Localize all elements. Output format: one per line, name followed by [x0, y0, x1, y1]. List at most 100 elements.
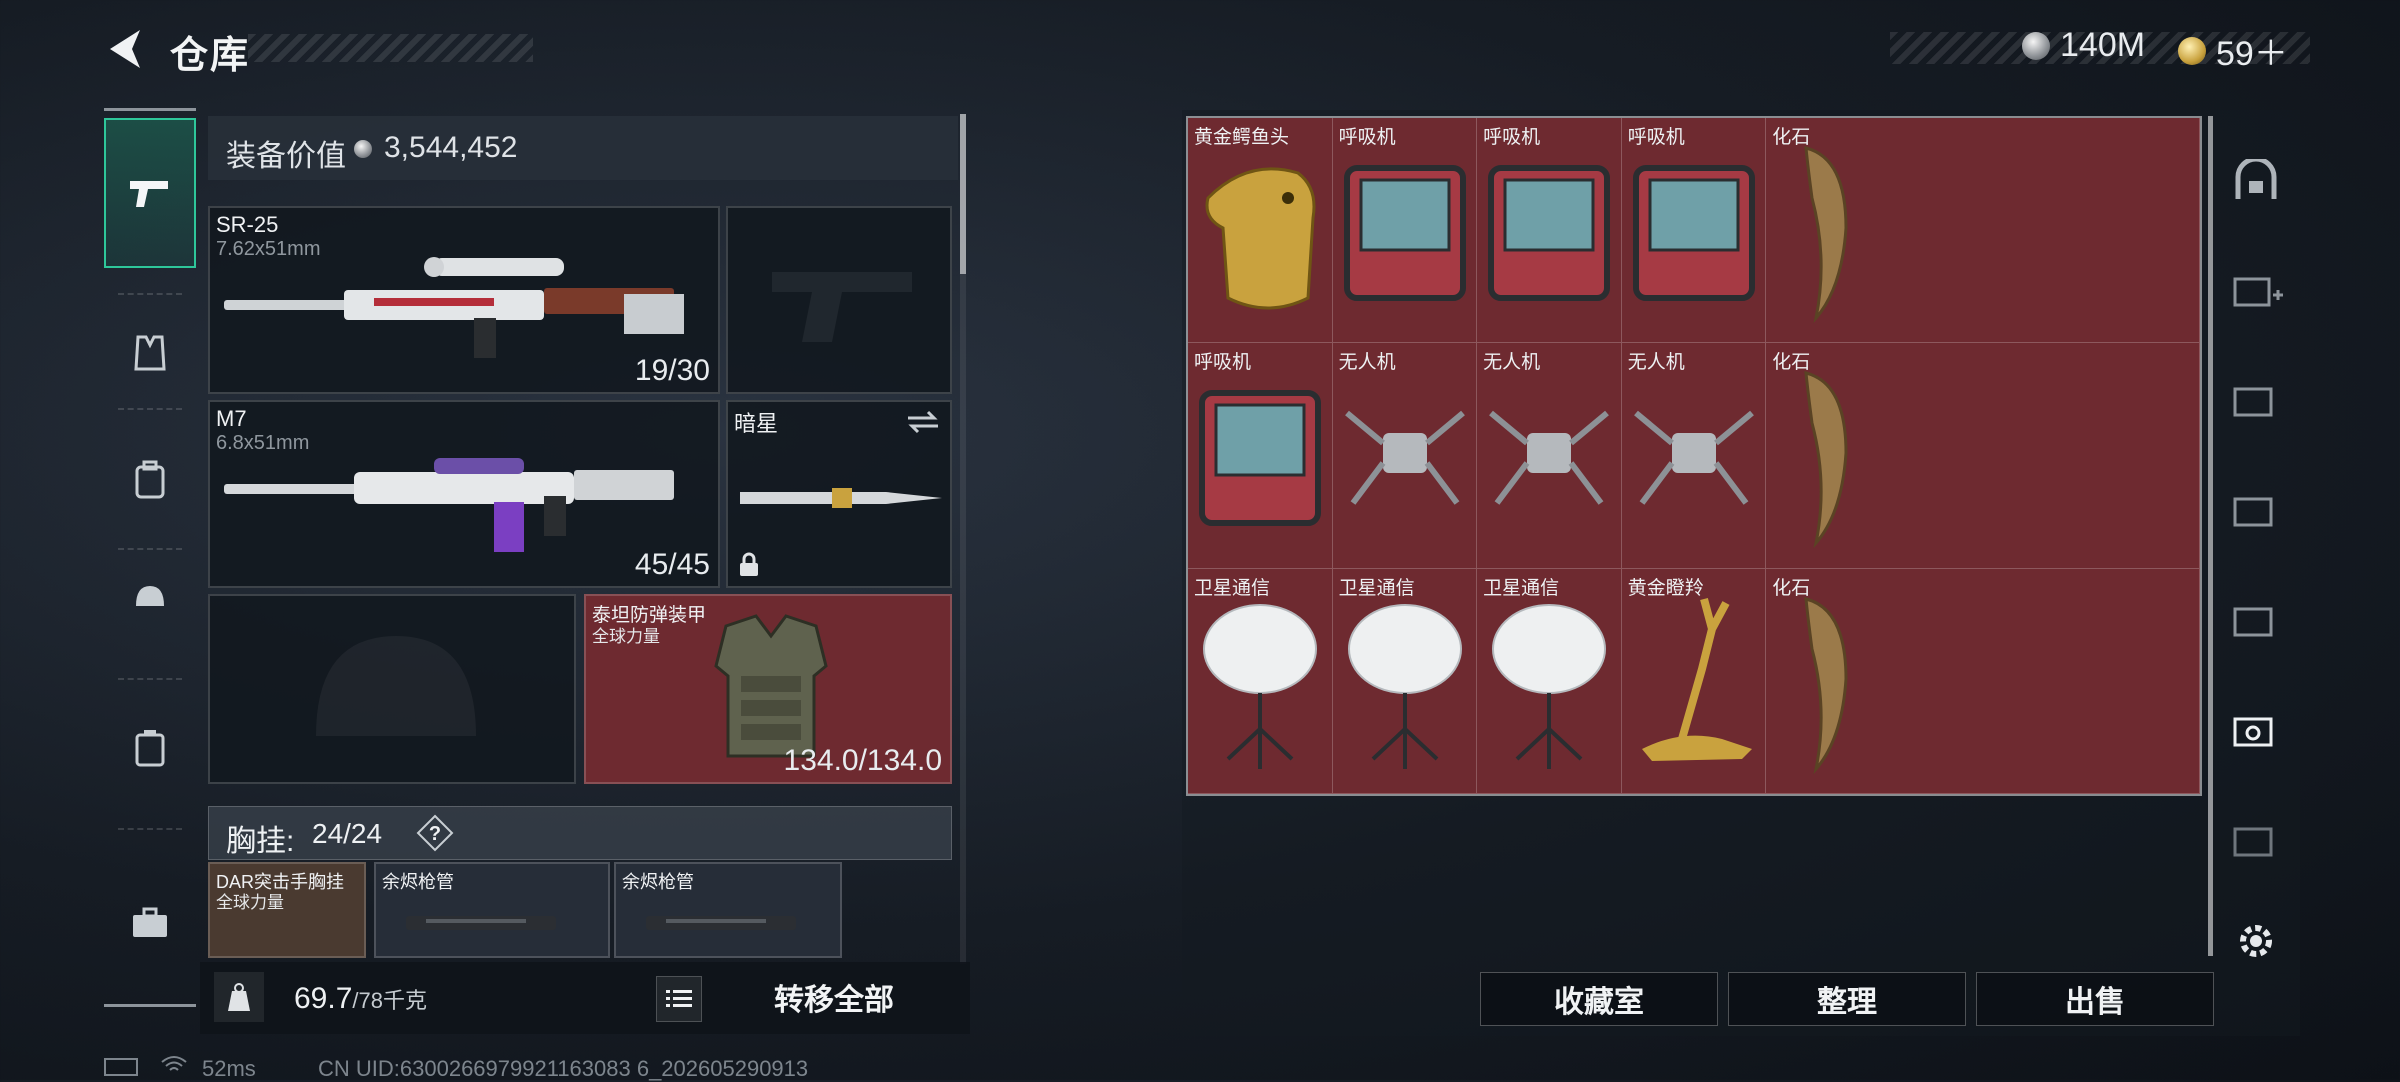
- nav-weapons[interactable]: [104, 118, 196, 268]
- sidearm-slot[interactable]: [726, 206, 952, 394]
- nav-backpack[interactable]: [104, 420, 196, 540]
- storage-grid: 黄金鳄鱼头 呼吸机 呼吸机 呼吸机 化石 呼吸机 无人机 无人机 无人机 化石 …: [1188, 118, 2200, 794]
- case-tier5-icon: [2233, 497, 2273, 527]
- item-name: 化石: [1772, 352, 1811, 374]
- item-name: 无人机: [1483, 352, 1541, 374]
- item-name: 化石: [1772, 577, 1811, 599]
- storage-item[interactable]: 无人机: [1477, 343, 1622, 569]
- swap-icon[interactable]: [906, 410, 940, 434]
- storage-item[interactable]: 卫星通信: [1477, 568, 1622, 794]
- item-name: 卫星通信: [1194, 577, 1271, 599]
- gold-gazelle-icon: [1641, 597, 1752, 761]
- storage-item[interactable]: 黄金瞪羚: [1621, 568, 1767, 794]
- primary-weapon-slot-1[interactable]: SR-25 7.62x51mm 19/30: [208, 206, 720, 394]
- item-name: 黄金鳄鱼头: [1194, 127, 1290, 148]
- nav-vest[interactable]: [104, 308, 196, 398]
- vest-item[interactable]: 余烬枪管: [374, 862, 610, 958]
- loadout-scroll-thumb[interactable]: [960, 114, 966, 274]
- storage-item[interactable]: 呼吸机: [1477, 118, 1622, 344]
- rail-case-4[interactable]: [2216, 566, 2296, 676]
- transfer-all-button[interactable]: 转移全部: [720, 966, 948, 1028]
- armor-slot[interactable]: 泰坦防弹装甲 全球力量 134.0/134.0: [584, 594, 952, 784]
- storage-item[interactable]: 黄金鳄鱼头: [1188, 118, 1333, 344]
- nav-helmet[interactable]: [104, 558, 196, 638]
- vest-item[interactable]: DAR突击手胸挂 全球力量: [208, 862, 366, 958]
- storage-item[interactable]: 呼吸机: [1188, 343, 1333, 569]
- item-name: 无人机: [1338, 352, 1396, 374]
- rail-case-add[interactable]: [2216, 236, 2296, 346]
- silver-currency[interactable]: 140M: [2022, 26, 2145, 65]
- item-name: 呼吸机: [1194, 352, 1252, 374]
- armor-faction: 全球力量: [592, 627, 660, 646]
- vest-item[interactable]: 余烬枪管: [614, 862, 842, 958]
- storage-item[interactable]: 化石: [1766, 343, 2200, 569]
- pistol-placeholder-icon: [772, 272, 912, 342]
- weapon-name: M7: [216, 406, 247, 431]
- storage-item[interactable]: 卫星通信: [1188, 568, 1333, 794]
- helmet-slot[interactable]: [208, 594, 576, 784]
- storage-item[interactable]: 呼吸机: [1621, 118, 1767, 344]
- value-coin-icon: [354, 140, 372, 158]
- storage-filter-rail: [2216, 116, 2296, 996]
- vest-label: 胸挂:: [226, 825, 295, 858]
- storage-item[interactable]: 卫星通信: [1332, 568, 1478, 794]
- toolbox-icon: [133, 907, 167, 937]
- collection-room-button[interactable]: 收藏室: [1480, 972, 1718, 1026]
- item-name: 呼吸机: [1483, 127, 1541, 148]
- gold-currency[interactable]: 59＋: [2178, 26, 2288, 75]
- storage-item[interactable]: 呼吸机: [1332, 118, 1478, 344]
- storage-item[interactable]: 化石: [1766, 568, 2200, 794]
- list-view-button[interactable]: [656, 976, 702, 1022]
- drone-icon: [1633, 411, 1754, 506]
- satellite-dish-icon: [1492, 603, 1607, 769]
- rail-case-5[interactable]: [2216, 456, 2296, 566]
- item-name: 呼吸机: [1338, 127, 1396, 148]
- vest-icon: [134, 335, 166, 371]
- back-arrow-icon: [110, 30, 140, 68]
- primary-weapon-slot-2[interactable]: M7 6.8x51mm 45/45: [208, 400, 720, 588]
- weight-max: /78千克: [352, 988, 427, 1013]
- item-name: 黄金瞪羚: [1627, 577, 1704, 599]
- armor-durability: 134.0/134.0: [783, 744, 942, 777]
- item-name: 卫星通信: [1483, 577, 1560, 599]
- melee-slot[interactable]: 暗星: [726, 400, 952, 588]
- rail-case-4-active[interactable]: [2216, 676, 2296, 786]
- settings-button[interactable]: [2216, 886, 2296, 996]
- case-tier4-active-icon: [2233, 717, 2273, 747]
- ping-text: 52ms: [202, 1056, 256, 1081]
- item-name: 余烬枪管: [622, 872, 694, 892]
- nav-case[interactable]: [104, 688, 196, 808]
- gear-icon: [2240, 925, 2272, 957]
- vest-help-button[interactable]: ?: [416, 814, 454, 852]
- silver-coin-icon: [2022, 31, 2050, 60]
- battery-icon: [104, 1058, 138, 1076]
- storage-item[interactable]: 化石: [1766, 118, 2200, 344]
- sell-button[interactable]: 出售: [1976, 972, 2214, 1026]
- weight-display: 69.7/78千克: [294, 982, 427, 1016]
- storage-scrollbar[interactable]: [2208, 116, 2213, 956]
- gold-croc-head-icon: [1205, 167, 1316, 310]
- rail-case-3[interactable]: [2216, 346, 2296, 456]
- back-button[interactable]: [100, 24, 150, 74]
- equipment-value-amount: 3,544,452: [384, 131, 518, 164]
- storage-item[interactable]: 无人机: [1332, 343, 1478, 569]
- case-tier4b-icon: [2233, 827, 2273, 857]
- rail-case-4b[interactable]: [2216, 786, 2296, 896]
- fossil-claw-icon: [1804, 146, 1848, 324]
- case-tier3-icon: [2233, 387, 2273, 417]
- equipment-value-label: 装备价值: [226, 140, 346, 173]
- barrel-icon: [646, 916, 796, 930]
- knife-icon: [740, 488, 942, 508]
- drone-icon: [1489, 411, 1610, 506]
- list-icon: [666, 990, 692, 1007]
- storage-item[interactable]: 无人机: [1621, 343, 1767, 569]
- weight-icon: [228, 983, 250, 1011]
- container-icon: [135, 730, 165, 767]
- rail-vault[interactable]: [2216, 126, 2296, 236]
- body-armor-icon: [714, 614, 828, 758]
- m7-rifle-icon: [224, 458, 674, 552]
- nav-toolbox[interactable]: [104, 868, 196, 978]
- sort-button[interactable]: 整理: [1728, 972, 1966, 1026]
- helmet-placeholder-icon: [316, 636, 476, 736]
- weight-current: 69.7: [294, 982, 353, 1015]
